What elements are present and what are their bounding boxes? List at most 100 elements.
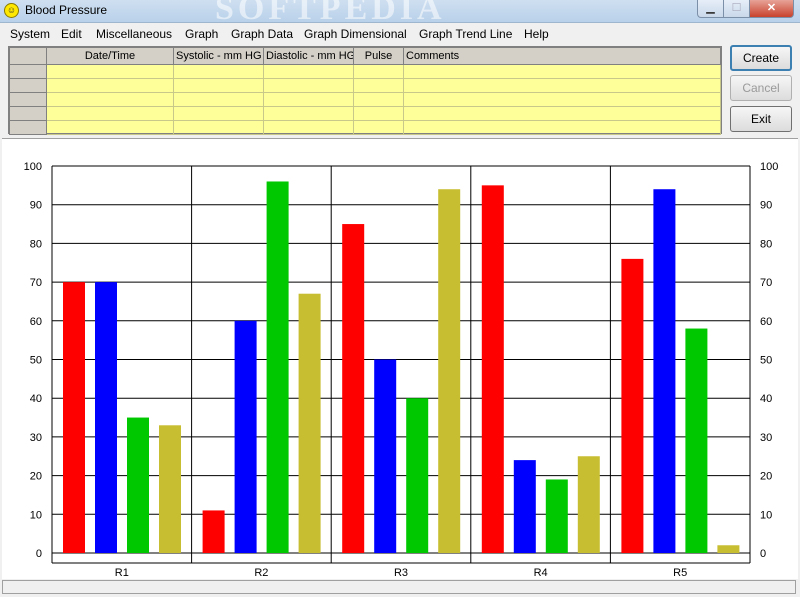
table-row[interactable] bbox=[9, 106, 721, 121]
bar bbox=[545, 479, 568, 553]
table-cell[interactable] bbox=[403, 106, 721, 121]
y-tick-label-right: 40 bbox=[760, 393, 772, 405]
y-tick-label-right: 30 bbox=[760, 432, 772, 444]
col-header-comments[interactable]: Comments bbox=[403, 47, 721, 65]
table-cell[interactable] bbox=[353, 64, 404, 79]
table-cell[interactable] bbox=[46, 78, 174, 93]
table-cell[interactable] bbox=[173, 64, 264, 79]
y-tick-label-left: 100 bbox=[24, 161, 42, 173]
table-cell[interactable] bbox=[46, 64, 174, 79]
table-row[interactable] bbox=[9, 92, 721, 107]
table-cell[interactable] bbox=[46, 92, 174, 107]
menu-graph-trend-line[interactable]: Graph Trend Line bbox=[419, 27, 512, 41]
table-cell[interactable] bbox=[263, 64, 354, 79]
bar bbox=[685, 328, 708, 553]
table-cell[interactable] bbox=[263, 78, 354, 93]
create-button[interactable]: Create bbox=[730, 45, 792, 71]
col-header-date-time[interactable]: Date/Time bbox=[46, 47, 174, 65]
maximize-button[interactable]: ☐ bbox=[723, 0, 750, 18]
menu-bar: System Edit Miscellaneous Graph Graph Da… bbox=[0, 24, 800, 44]
table-cell[interactable] bbox=[173, 120, 264, 135]
x-tick-label: R1 bbox=[115, 567, 129, 579]
close-button[interactable]: ✕ bbox=[749, 0, 794, 18]
table-row[interactable] bbox=[9, 64, 721, 79]
row-header[interactable] bbox=[9, 78, 47, 93]
y-tick-label-left: 30 bbox=[30, 432, 42, 444]
readings-table[interactable]: Date/Time Systolic - mm HG Diastolic - m… bbox=[9, 47, 721, 135]
y-tick-label-left: 90 bbox=[30, 200, 42, 212]
bar bbox=[653, 189, 676, 553]
bar bbox=[406, 398, 429, 553]
table-cell[interactable] bbox=[403, 120, 721, 135]
corner-cell bbox=[9, 47, 47, 65]
table-cell[interactable] bbox=[403, 78, 721, 93]
y-tick-label-left: 50 bbox=[30, 355, 42, 367]
menu-graph[interactable]: Graph bbox=[185, 27, 218, 41]
table-cell[interactable] bbox=[403, 92, 721, 107]
row-header[interactable] bbox=[9, 106, 47, 121]
table-row[interactable] bbox=[9, 78, 721, 93]
bar bbox=[513, 460, 536, 553]
table-cell[interactable] bbox=[173, 92, 264, 107]
y-tick-label-right: 80 bbox=[760, 238, 772, 250]
y-tick-label-right: 100 bbox=[760, 161, 778, 173]
bar bbox=[95, 282, 117, 553]
minimize-button[interactable]: ▁ bbox=[697, 0, 724, 18]
bar bbox=[298, 293, 321, 553]
menu-system[interactable]: System bbox=[10, 27, 50, 41]
x-tick-label: R4 bbox=[534, 567, 548, 579]
table-cell[interactable] bbox=[353, 78, 404, 93]
bar bbox=[717, 545, 740, 553]
table-row[interactable] bbox=[9, 120, 721, 135]
table-cell[interactable] bbox=[173, 78, 264, 93]
row-header[interactable] bbox=[9, 120, 47, 135]
y-tick-label-right: 60 bbox=[760, 316, 772, 328]
y-tick-label-left: 60 bbox=[30, 316, 42, 328]
table-cell[interactable] bbox=[46, 106, 174, 121]
bar bbox=[438, 189, 461, 553]
row-header[interactable] bbox=[9, 64, 47, 79]
table-cell[interactable] bbox=[353, 92, 404, 107]
table-cell[interactable] bbox=[263, 120, 354, 135]
x-tick-label: R3 bbox=[394, 567, 408, 579]
menu-graph-data[interactable]: Graph Data bbox=[231, 27, 293, 41]
bar bbox=[266, 181, 289, 554]
table-header-row: Date/Time Systolic - mm HG Diastolic - m… bbox=[9, 47, 721, 65]
y-tick-label-right: 0 bbox=[760, 548, 766, 560]
col-header-diastolic[interactable]: Diastolic - mm HG bbox=[263, 47, 354, 65]
y-tick-label-right: 90 bbox=[760, 200, 772, 212]
y-tick-label-right: 50 bbox=[760, 355, 772, 367]
smiley-icon: ☺ bbox=[4, 3, 19, 18]
table-cell[interactable] bbox=[353, 106, 404, 121]
col-header-systolic[interactable]: Systolic - mm HG bbox=[173, 47, 264, 65]
menu-edit[interactable]: Edit bbox=[61, 27, 82, 41]
col-header-pulse[interactable]: Pulse bbox=[353, 47, 404, 65]
status-bar bbox=[2, 580, 796, 594]
y-tick-label-left: 20 bbox=[30, 471, 42, 483]
table-cell[interactable] bbox=[173, 106, 264, 121]
bar bbox=[127, 417, 149, 553]
bar bbox=[374, 359, 397, 553]
bar bbox=[577, 456, 600, 553]
y-tick-label-left: 40 bbox=[30, 393, 42, 405]
table-cell[interactable] bbox=[353, 120, 404, 135]
menu-miscellaneous[interactable]: Miscellaneous bbox=[96, 27, 172, 41]
table-cell[interactable] bbox=[403, 64, 721, 79]
bar bbox=[63, 282, 85, 553]
bar bbox=[159, 425, 181, 553]
cancel-button[interactable]: Cancel bbox=[730, 75, 792, 101]
table-cell[interactable] bbox=[263, 92, 354, 107]
menu-graph-dimensional[interactable]: Graph Dimensional bbox=[304, 27, 407, 41]
menu-help[interactable]: Help bbox=[524, 27, 549, 41]
row-header[interactable] bbox=[9, 92, 47, 107]
bar bbox=[481, 185, 504, 553]
table-cell[interactable] bbox=[263, 106, 354, 121]
bar bbox=[234, 320, 257, 553]
y-tick-label-left: 70 bbox=[30, 277, 42, 289]
exit-button[interactable]: Exit bbox=[730, 106, 792, 132]
y-tick-label-right: 20 bbox=[760, 471, 772, 483]
y-tick-label-left: 10 bbox=[30, 509, 42, 521]
x-tick-label: R2 bbox=[254, 567, 268, 579]
table-cell[interactable] bbox=[46, 120, 174, 135]
readings-grid[interactable]: Date/Time Systolic - mm HG Diastolic - m… bbox=[8, 46, 722, 135]
